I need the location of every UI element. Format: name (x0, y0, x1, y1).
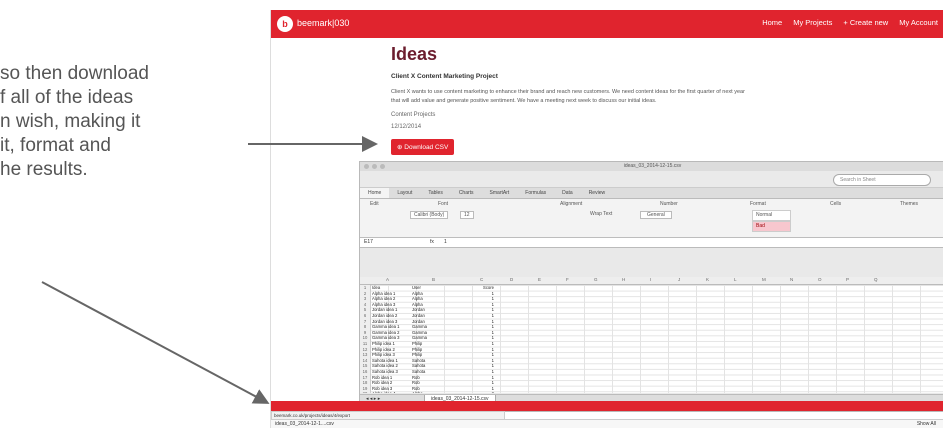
nav-create-new[interactable]: + Create new (843, 18, 888, 27)
ribbon-group-cells: Cells (830, 201, 842, 207)
tab-home[interactable]: Home (360, 188, 390, 198)
column-header[interactable]: A (386, 277, 389, 282)
column-header[interactable]: N (790, 277, 793, 282)
brand-name[interactable]: beemark|030 (297, 18, 349, 28)
ribbon-group-format: Format (750, 201, 766, 207)
project-description: Client X wants to use content marketing … (391, 88, 861, 106)
column-header[interactable]: J (678, 277, 680, 282)
tab-layout[interactable]: Layout (389, 188, 420, 198)
ribbon-group-number: Number (660, 201, 678, 207)
column-header[interactable]: F (566, 277, 569, 282)
font-name-select[interactable]: Calibri (Body) (410, 211, 449, 219)
callout-line: n wish, making it (0, 111, 141, 132)
callout-line: so then download (0, 63, 149, 84)
wrap-text-button[interactable]: Wrap Text (590, 211, 612, 217)
column-header[interactable]: Q (874, 277, 878, 282)
description-line: Client X wants to use content marketing … (391, 89, 745, 95)
column-header[interactable]: I (650, 277, 651, 282)
column-header[interactable]: M (762, 277, 766, 282)
project-name: Client X Content Marketing Project (391, 73, 498, 80)
tab-smartart[interactable]: SmartArt (482, 188, 518, 198)
nav-my-projects[interactable]: My Projects (793, 18, 832, 27)
ribbon-group-font: Font (438, 201, 449, 207)
callout-line: he results. (0, 159, 88, 180)
callout-text: so then download f all of the ideas n wi… (0, 62, 240, 182)
tab-tables[interactable]: Tables (420, 188, 450, 198)
font-size-select[interactable]: 12 (460, 211, 474, 219)
downloaded-file-item[interactable]: ideas_03_2014-12-1....csv (275, 420, 334, 428)
column-headers: A B C D E F G H I J K L M N O P Q (360, 277, 943, 285)
tab-data[interactable]: Data (554, 188, 581, 198)
sheet-search-input[interactable]: Search in Sheet (833, 174, 931, 186)
column-header[interactable]: L (734, 277, 737, 282)
tab-review[interactable]: Review (581, 188, 613, 198)
minimize-window-button[interactable] (372, 164, 377, 169)
page-footer-bar (271, 401, 943, 411)
column-header[interactable]: H (622, 277, 625, 282)
column-header[interactable]: B (432, 277, 435, 282)
brand-logo[interactable]: b (277, 16, 293, 32)
column-header[interactable]: E (538, 277, 541, 282)
sheet-cell[interactable]: Alpha idea 4 (372, 391, 395, 393)
ribbon-tabs: Home Layout Tables Charts SmartArt Formu… (360, 188, 943, 199)
breadcrumb[interactable]: Content Projects (391, 112, 861, 118)
top-navbar: b beemark|030 Home My Projects + Create … (271, 10, 943, 38)
download-shelf: ideas_03_2014-12-1....csv Show All (271, 419, 943, 428)
excel-window-title: ideas_03_2014-12-15.csv (623, 163, 682, 169)
row-number[interactable]: 20 (360, 391, 371, 393)
sheet-cell[interactable]: 2 (472, 391, 494, 393)
main-nav: Home My Projects + Create new My Account (762, 18, 938, 27)
callout-line: f all of the ideas (0, 87, 134, 108)
tab-formulas[interactable]: Formulas (517, 188, 554, 198)
style-normal[interactable]: Normal (752, 210, 791, 221)
excel-titlebar: ideas_03_2014-12-15.csv (360, 162, 943, 171)
excel-toolbar: Search in Sheet (360, 171, 943, 188)
arrow-to-downloaded-file (41, 281, 270, 404)
close-window-button[interactable] (364, 164, 369, 169)
ribbon: Edit Font Alignment Number Format Cells … (360, 199, 943, 238)
project-date: 12/12/2014 (391, 124, 422, 130)
column-header[interactable]: P (846, 277, 849, 282)
zoom-window-button[interactable] (380, 164, 385, 169)
column-header[interactable]: D (510, 277, 513, 282)
ribbon-group-edit: Edit (370, 201, 379, 207)
ideas-page: Ideas Client X Content Marketing Project… (391, 44, 861, 155)
column-header[interactable]: C (480, 277, 483, 282)
tab-charts[interactable]: Charts (451, 188, 482, 198)
window-controls (364, 164, 385, 169)
cell-reference[interactable]: E17 (364, 238, 373, 247)
nav-home[interactable]: Home (762, 18, 782, 27)
number-format-select[interactable]: General (640, 211, 672, 219)
show-all-downloads-button[interactable]: Show All (917, 420, 936, 428)
column-header[interactable]: G (594, 277, 598, 282)
download-csv-button[interactable]: ⊕ Download CSV (391, 139, 455, 155)
excel-window: ideas_03_2014-12-15.csv Search in Sheet … (359, 161, 943, 412)
screenshot-frame: b beemark|030 Home My Projects + Create … (270, 10, 943, 428)
download-csv-label: Download CSV (404, 144, 449, 151)
formula-input[interactable]: 1 (444, 238, 447, 247)
sheet-cell[interactable]: Alpha (412, 391, 423, 393)
column-header[interactable]: O (818, 277, 822, 282)
column-header[interactable]: K (706, 277, 709, 282)
sheet-grid[interactable]: 1 Idea User Score 2 Alpha idea 1 Alpha 1 3 Alpha … (360, 285, 943, 393)
table-row[interactable]: 20Alpha idea 4 Alpha 2 (360, 391, 560, 393)
callout-line: it, format and (0, 135, 111, 156)
style-bad[interactable]: Bad (752, 221, 791, 232)
fx-icon: fx (430, 239, 434, 245)
nav-my-account[interactable]: My Account (899, 18, 938, 27)
formula-bar: E17 fx 1 (360, 238, 943, 248)
ribbon-group-themes: Themes (900, 201, 919, 207)
page-title: Ideas (391, 44, 438, 64)
ribbon-group-alignment: Alignment (560, 201, 583, 207)
description-line: that will add value and generate positiv… (391, 98, 657, 104)
